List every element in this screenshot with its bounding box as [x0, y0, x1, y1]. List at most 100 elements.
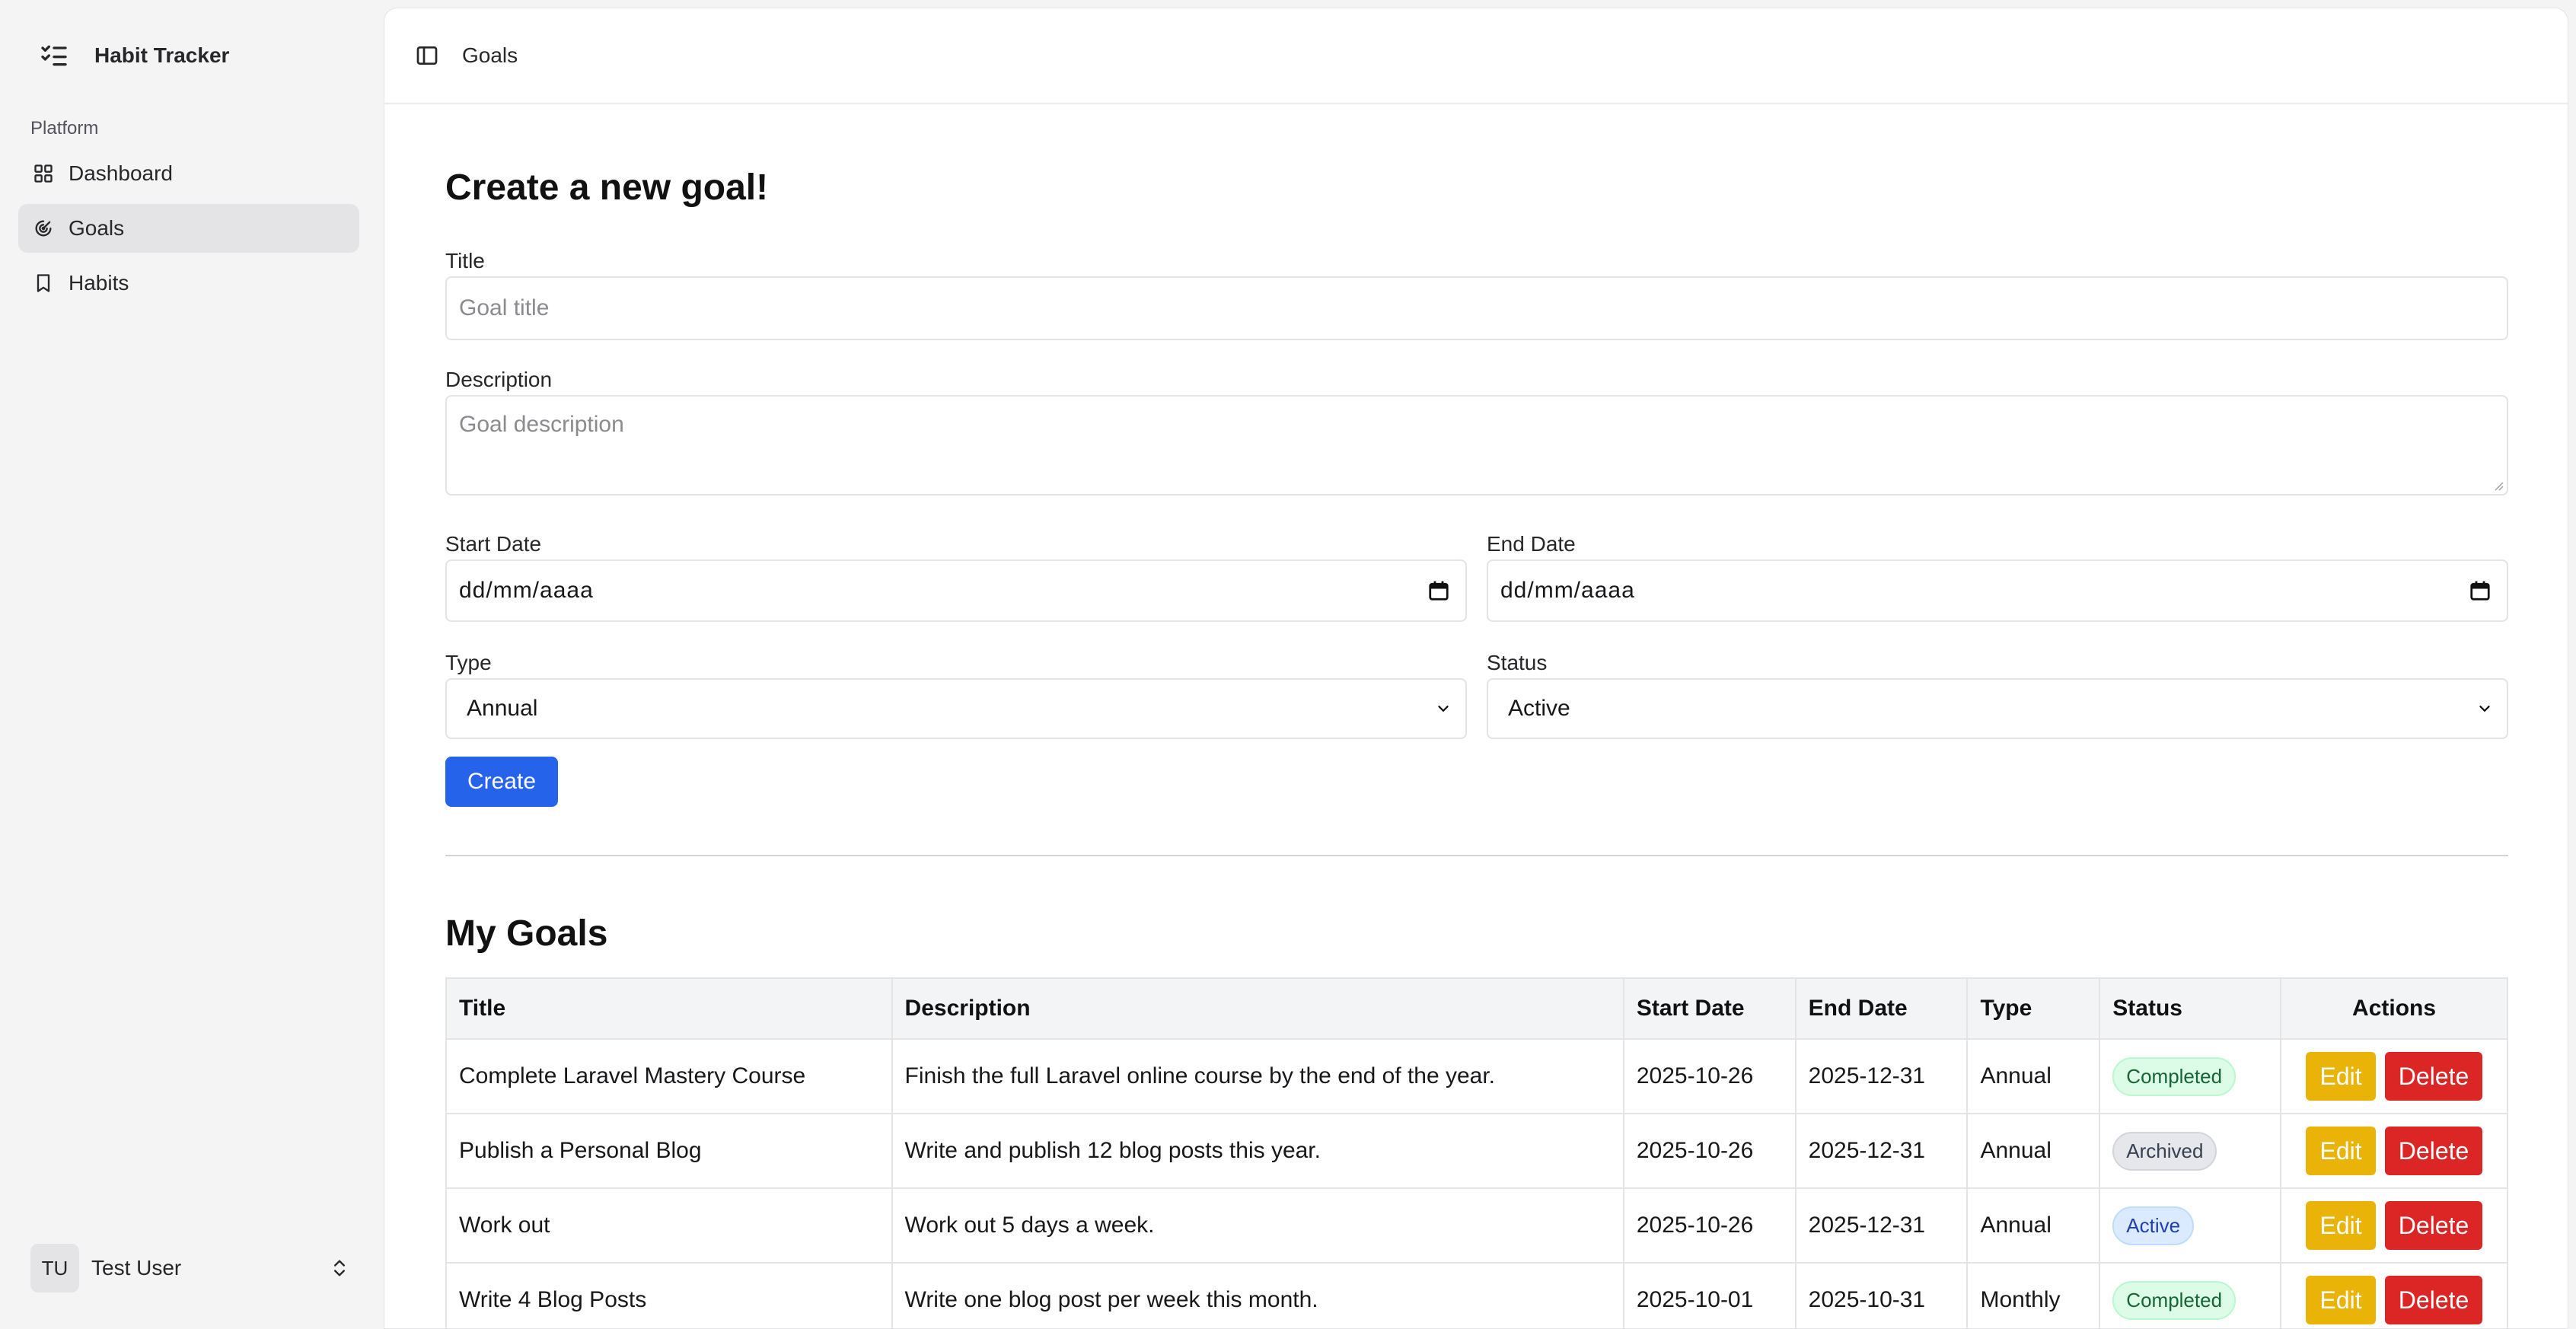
chevron-down-icon: [2479, 706, 2490, 712]
sidebar-item-habits[interactable]: Habits: [18, 259, 359, 308]
title-placeholder: Goal title: [459, 295, 550, 320]
chevron-down-icon: [1438, 706, 1449, 712]
delete-button[interactable]: Delete: [2385, 1201, 2483, 1250]
description-textarea[interactable]: Goal description: [445, 395, 2508, 496]
type-select[interactable]: Annual: [445, 678, 1467, 739]
sidebar-item-label: Dashboard: [69, 161, 173, 185]
edit-button[interactable]: Edit: [2306, 1276, 2377, 1324]
goal-title: Publish a Personal Blog: [445, 1113, 893, 1189]
brand[interactable]: Habit Tracker: [37, 38, 229, 73]
calendar-icon[interactable]: [2469, 579, 2492, 602]
sidebar-item-label: Habits: [69, 271, 129, 295]
form-heading: Create a new goal!: [445, 167, 769, 208]
status-badge: Completed: [2112, 1280, 2236, 1320]
main-panel: Goals Create a new goal! Title Goal titl…: [384, 8, 2568, 1329]
goals-table: Title Description Start Date End Date Ty…: [445, 977, 2508, 1328]
goal-type: Annual: [1966, 1113, 2101, 1189]
goal-description: Write and publish 12 blog posts this yea…: [891, 1113, 1624, 1189]
goal-end-date: 2025-12-31: [1794, 1038, 1969, 1114]
type-selected-value: Annual: [467, 696, 538, 721]
target-icon: [32, 217, 55, 240]
start-date-label: Start Date: [445, 532, 542, 556]
type-label: Type: [445, 651, 492, 674]
sidebar: Habit Tracker Platform Dashboard Goals H…: [0, 0, 382, 1329]
table-row: Publish a Personal Blog Write and publis…: [445, 1113, 2508, 1189]
sidebar-item-goals[interactable]: Goals: [18, 204, 359, 253]
goals-heading: My Goals: [445, 913, 608, 954]
edit-button[interactable]: Edit: [2306, 1201, 2377, 1250]
delete-button[interactable]: Delete: [2385, 1276, 2483, 1324]
goal-end-date: 2025-12-31: [1794, 1113, 1969, 1189]
status-badge: Completed: [2112, 1057, 2236, 1096]
breadcrumb: Goals: [462, 43, 518, 67]
table-header-row: Title Description Start Date End Date Ty…: [445, 977, 2508, 1040]
calendar-icon[interactable]: [1427, 579, 1450, 602]
goal-actions: Edit Delete: [2280, 1262, 2508, 1328]
goal-end-date: 2025-12-31: [1794, 1187, 1969, 1264]
column-header-actions: Actions: [2280, 977, 2508, 1040]
table-row: Complete Laravel Mastery Course Finish t…: [445, 1038, 2508, 1114]
goal-start-date: 2025-10-26: [1622, 1113, 1797, 1189]
end-date-value: dd/mm/aaaa: [1500, 578, 1635, 603]
resize-handle-icon[interactable]: [2492, 479, 2504, 491]
delete-button[interactable]: Delete: [2385, 1052, 2483, 1101]
status-selected-value: Active: [1508, 696, 1570, 721]
goal-actions: Edit Delete: [2280, 1187, 2508, 1264]
start-date-input[interactable]: dd/mm/aaaa: [445, 559, 1467, 622]
user-menu[interactable]: TU Test User: [30, 1244, 350, 1292]
goal-description: Finish the full Laravel online course by…: [891, 1038, 1624, 1114]
chevrons-up-down-icon: [329, 1257, 350, 1279]
end-date-label: End Date: [1487, 532, 1576, 556]
app-title: Habit Tracker: [94, 43, 230, 67]
goal-description: Work out 5 days a week.: [891, 1187, 1624, 1264]
sidebar-toggle-icon[interactable]: [410, 39, 444, 72]
column-header-status: Status: [2099, 977, 2282, 1040]
goal-end-date: 2025-10-31: [1794, 1262, 1969, 1328]
column-header-description: Description: [891, 977, 1624, 1040]
edit-button[interactable]: Edit: [2306, 1052, 2377, 1101]
status-select[interactable]: Active: [1487, 678, 2508, 739]
column-header-type: Type: [1966, 977, 2101, 1040]
description-placeholder: Goal description: [459, 412, 624, 437]
user-name: Test User: [91, 1256, 182, 1280]
section-label-platform: Platform: [30, 118, 99, 139]
title-input[interactable]: Goal title: [445, 276, 2508, 340]
list-checks-icon: [37, 38, 72, 73]
goal-start-date: 2025-10-26: [1622, 1038, 1797, 1114]
goal-type: Annual: [1966, 1038, 2101, 1114]
delete-button[interactable]: Delete: [2385, 1127, 2483, 1175]
divider: [445, 855, 2508, 856]
description-label: Description: [445, 368, 553, 391]
goal-title: Complete Laravel Mastery Course: [445, 1038, 893, 1114]
sidebar-nav: Dashboard Goals Habits: [18, 149, 359, 314]
table-row: Work out Work out 5 days a week. 2025-10…: [445, 1187, 2508, 1264]
column-header-start-date: Start Date: [1622, 977, 1797, 1040]
goal-status-cell: Completed: [2099, 1262, 2282, 1328]
column-header-end-date: End Date: [1794, 977, 1969, 1040]
goal-start-date: 2025-10-01: [1622, 1262, 1797, 1328]
goal-actions: Edit Delete: [2280, 1038, 2508, 1114]
goal-title: Work out: [445, 1187, 893, 1264]
end-date-input[interactable]: dd/mm/aaaa: [1487, 559, 2508, 622]
grid-icon: [32, 162, 55, 185]
goal-type: Monthly: [1966, 1262, 2101, 1328]
goal-status-cell: Archived: [2099, 1113, 2282, 1189]
avatar: TU: [30, 1244, 79, 1292]
create-button[interactable]: Create: [445, 757, 558, 807]
start-date-value: dd/mm/aaaa: [459, 578, 594, 603]
goal-status-cell: Completed: [2099, 1038, 2282, 1114]
column-header-title: Title: [445, 977, 893, 1040]
edit-button[interactable]: Edit: [2306, 1127, 2377, 1175]
goal-status-cell: Active: [2099, 1187, 2282, 1264]
goal-title: Write 4 Blog Posts: [445, 1262, 893, 1328]
table-row: Write 4 Blog Posts Write one blog post p…: [445, 1262, 2508, 1328]
goal-description: Write one blog post per week this month.: [891, 1262, 1624, 1328]
bookmark-icon: [32, 272, 55, 295]
topbar: Goals: [384, 8, 2568, 104]
goal-actions: Edit Delete: [2280, 1113, 2508, 1189]
goal-start-date: 2025-10-26: [1622, 1187, 1797, 1264]
status-badge: Active: [2112, 1206, 2195, 1245]
sidebar-item-dashboard[interactable]: Dashboard: [18, 149, 359, 198]
sidebar-item-label: Goals: [69, 216, 125, 240]
status-label: Status: [1487, 651, 1548, 674]
